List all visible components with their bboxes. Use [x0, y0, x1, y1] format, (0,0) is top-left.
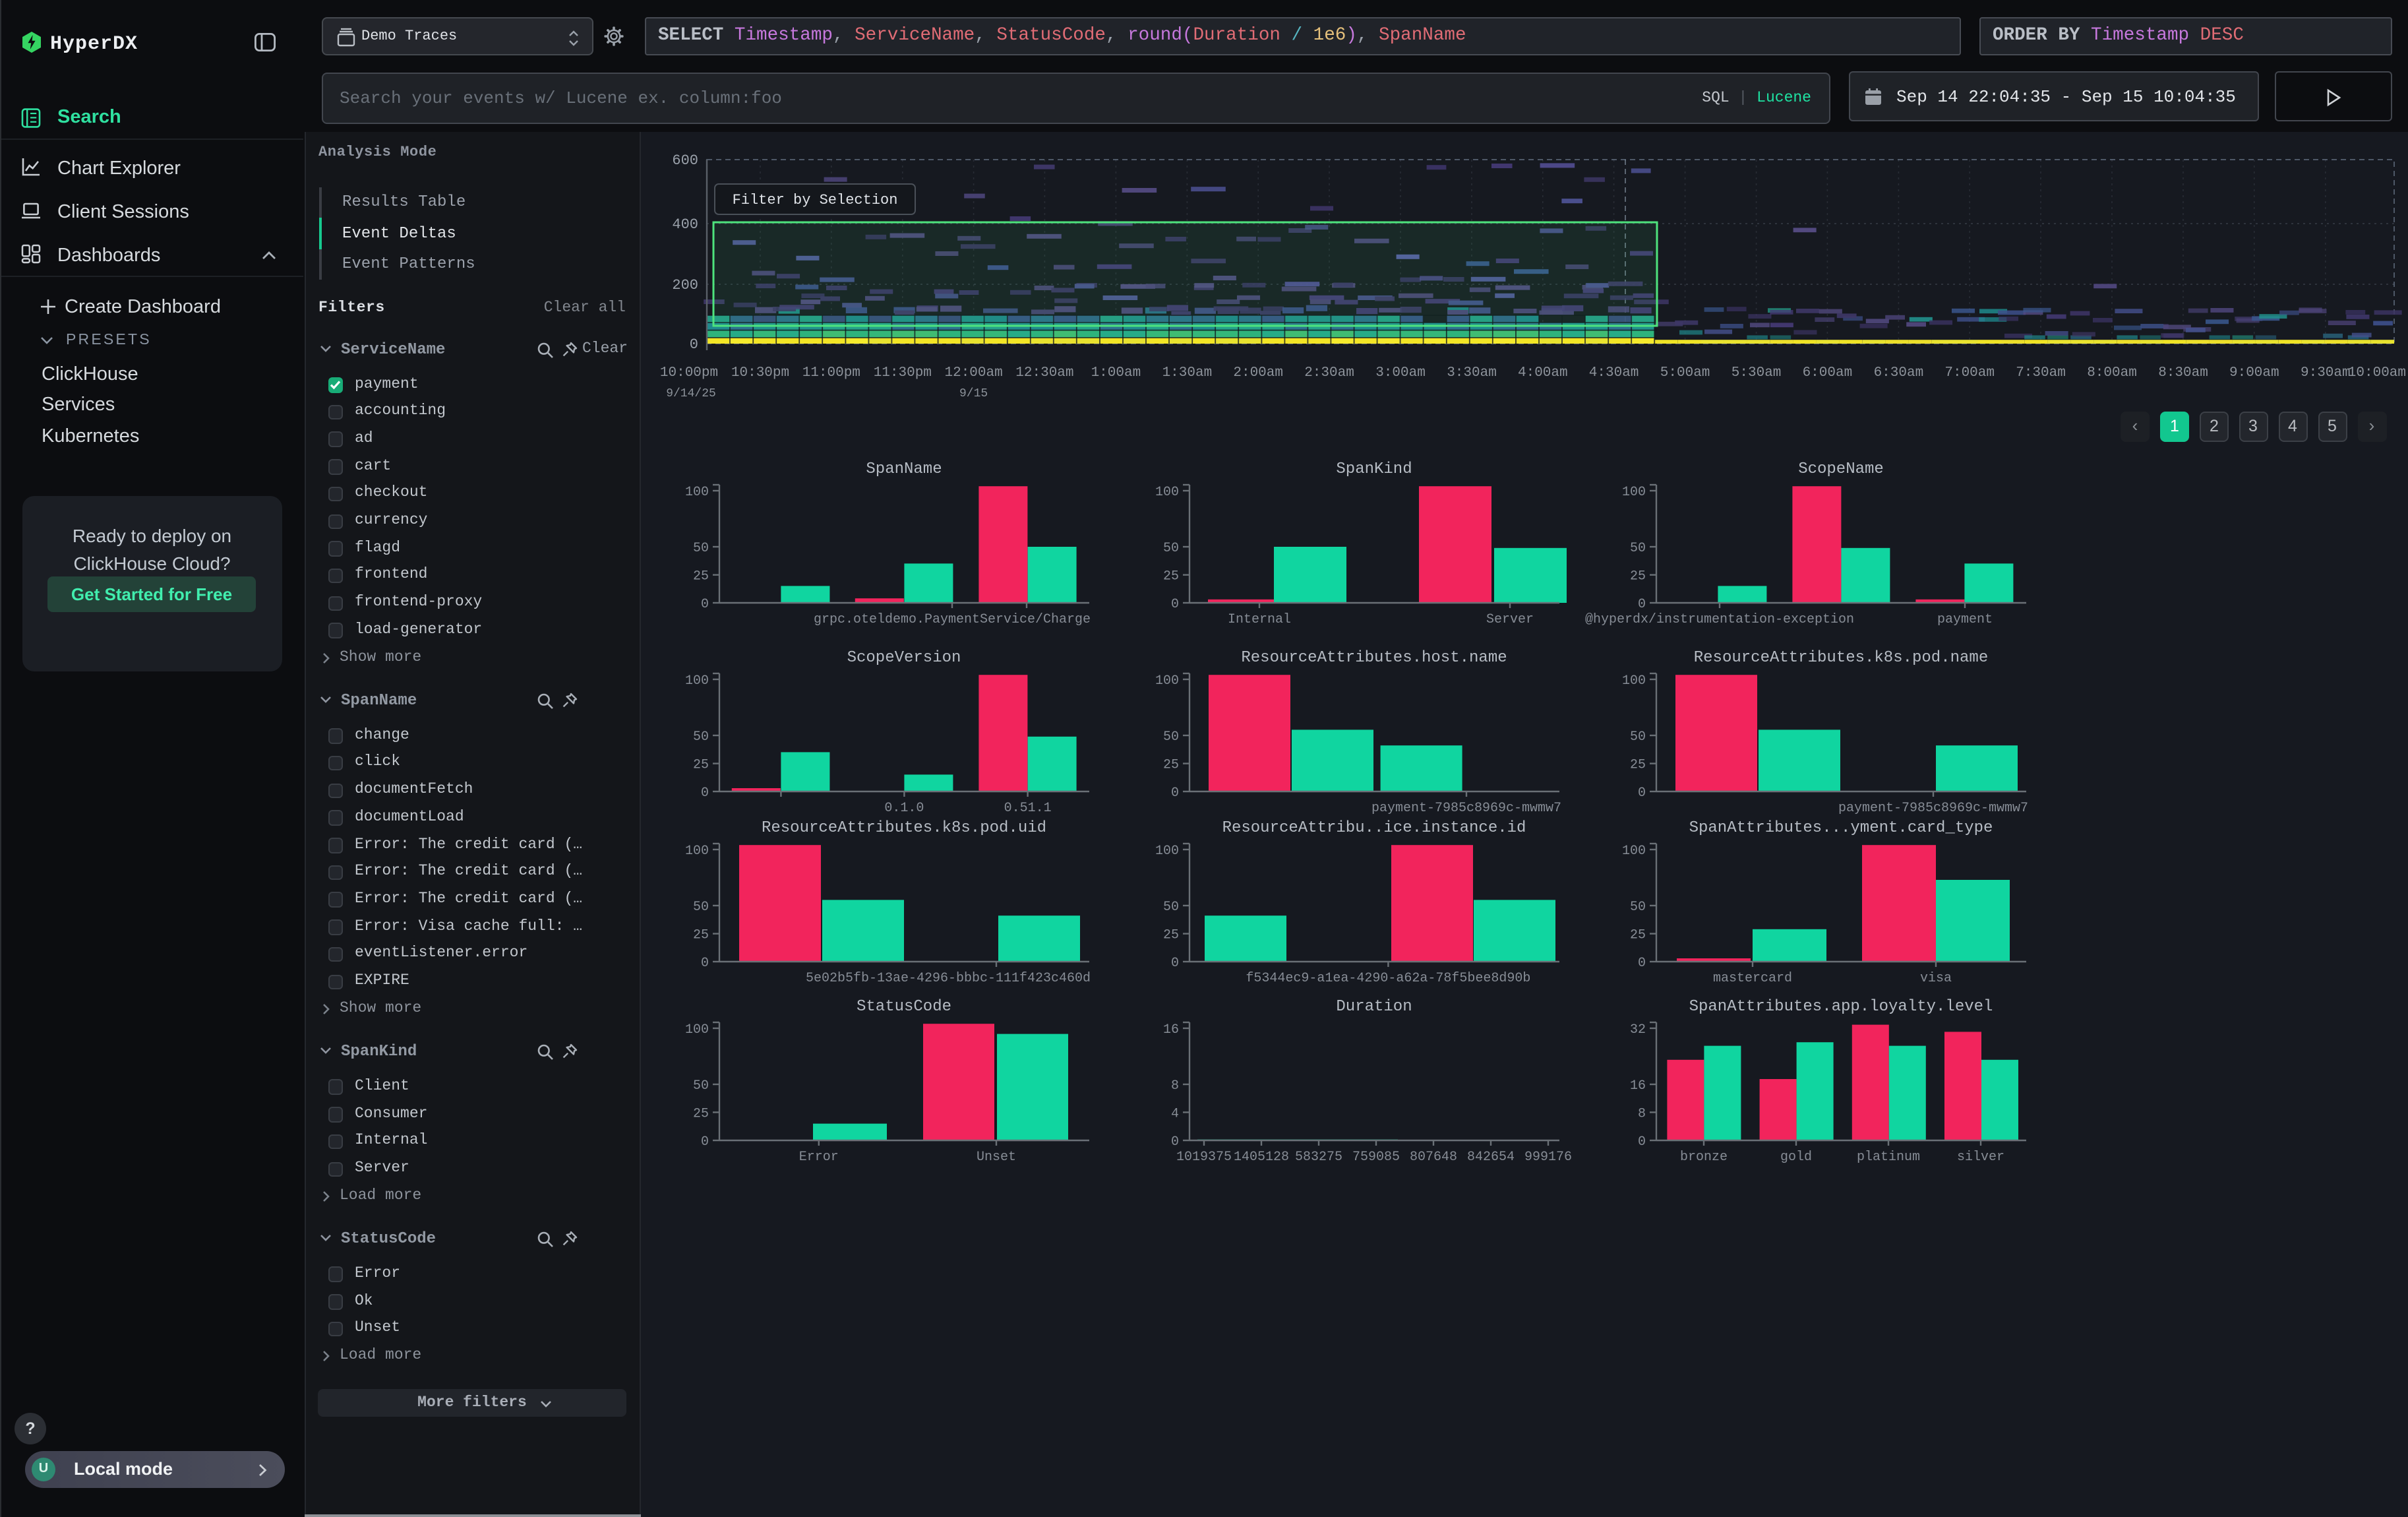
svg-text:9:00am: 9:00am: [2229, 365, 2279, 381]
svg-text:10:30pm: 10:30pm: [731, 365, 789, 381]
svg-text:9/14/25: 9/14/25: [665, 387, 715, 400]
svg-text:7:00am: 7:00am: [1944, 365, 1994, 381]
svg-text:11:30pm: 11:30pm: [873, 365, 931, 381]
svg-text:1:00am: 1:00am: [1091, 365, 1141, 381]
svg-text:7:30am: 7:30am: [2015, 365, 2065, 381]
svg-text:4:30am: 4:30am: [1588, 365, 1639, 381]
svg-text:400: 400: [671, 216, 698, 233]
svg-text:12:00am: 12:00am: [944, 365, 1002, 381]
svg-text:8:30am: 8:30am: [2157, 365, 2208, 381]
svg-text:600: 600: [671, 152, 698, 169]
svg-text:5:30am: 5:30am: [1731, 365, 1781, 381]
svg-text:2:00am: 2:00am: [1232, 365, 1282, 381]
svg-text:200: 200: [671, 277, 698, 294]
svg-text:9/15: 9/15: [959, 387, 987, 400]
svg-text:6:30am: 6:30am: [1873, 365, 1923, 381]
svg-text:6:00am: 6:00am: [1802, 365, 1852, 381]
svg-text:1:30am: 1:30am: [1162, 365, 1212, 381]
svg-text:3:00am: 3:00am: [1375, 365, 1425, 381]
svg-text:10:00pm: 10:00pm: [659, 365, 717, 381]
svg-text:11:00pm: 11:00pm: [802, 365, 860, 381]
svg-text:9:30am: 9:30am: [2300, 365, 2350, 381]
svg-text:4:00am: 4:00am: [1517, 365, 1567, 381]
svg-text:10:00am: 10:00am: [2347, 365, 2405, 381]
svg-text:12:30am: 12:30am: [1015, 365, 1073, 381]
svg-text:3:30am: 3:30am: [1446, 365, 1496, 381]
svg-text:0: 0: [689, 336, 698, 353]
svg-text:2:30am: 2:30am: [1304, 365, 1354, 381]
svg-text:5:00am: 5:00am: [1660, 365, 1710, 381]
svg-text:Filter by Selection: Filter by Selection: [732, 192, 897, 208]
svg-text:8:00am: 8:00am: [2086, 365, 2136, 381]
